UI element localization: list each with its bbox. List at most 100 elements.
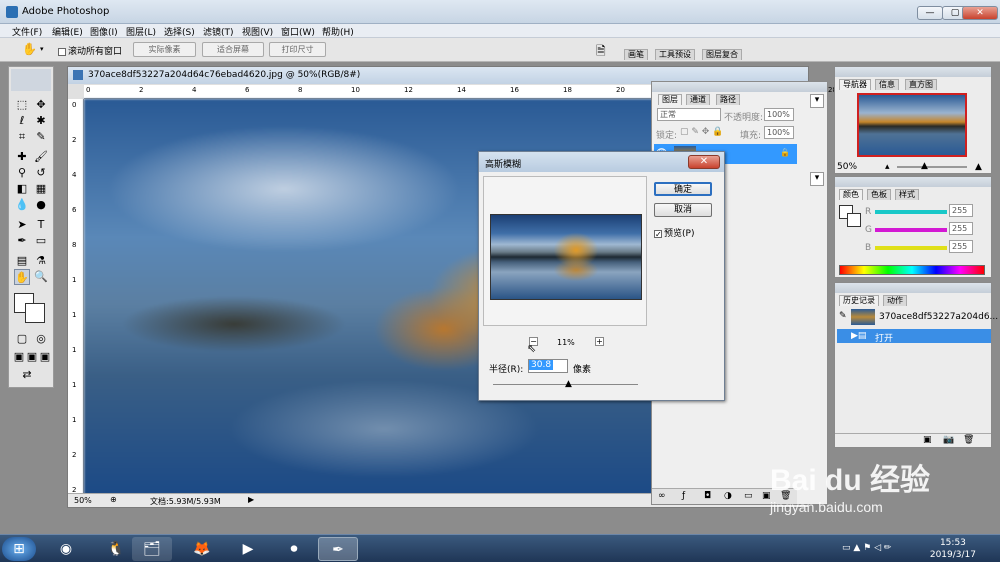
jump-to-imageready-icon[interactable]: ⇄: [19, 367, 35, 383]
preview-option[interactable]: ✓ 预览(P): [654, 226, 694, 239]
trash-icon[interactable]: 🗑: [963, 435, 974, 445]
dialog-close-button[interactable]: ✕: [688, 155, 720, 169]
lasso-tool-icon[interactable]: ℓ: [14, 113, 30, 129]
channel-b-value[interactable]: 255: [949, 240, 973, 253]
radius-slider-handle[interactable]: ▲: [565, 379, 572, 389]
print-size-button[interactable]: 打印尺寸: [269, 42, 326, 57]
arrow-right-icon[interactable]: ▶: [248, 495, 254, 504]
healing-brush-icon[interactable]: ✚: [14, 149, 30, 165]
standard-mode-icon[interactable]: ▢: [14, 331, 30, 347]
tab-brushes[interactable]: 画笔: [624, 49, 648, 60]
channel-r-slider[interactable]: [875, 210, 947, 214]
move-tool-icon[interactable]: ✥: [33, 97, 49, 113]
history-brush-icon[interactable]: ↺: [33, 165, 49, 181]
quick-mask-icon[interactable]: ◎: [33, 331, 49, 347]
system-clock[interactable]: 15:53 2019/3/17: [930, 537, 976, 561]
lock-icons[interactable]: ▢ ✎ ✥ 🔒: [680, 127, 723, 137]
menu-file[interactable]: 文件(F): [12, 25, 42, 38]
tab-history[interactable]: 历史记录: [839, 295, 879, 306]
new-document-icon[interactable]: ▣: [923, 435, 932, 445]
pen-tool-icon[interactable]: ✒: [14, 233, 30, 249]
zoom-level[interactable]: 50%: [74, 496, 92, 505]
menu-layer[interactable]: 图层(L): [126, 25, 156, 38]
slice-tool-icon[interactable]: ✎: [33, 129, 49, 145]
channel-g-value[interactable]: 255: [949, 222, 973, 235]
type-tool-icon[interactable]: T: [33, 217, 49, 233]
tab-tool-presets[interactable]: 工具预设: [655, 49, 695, 60]
history-item-open[interactable]: ▶▤ 打开: [837, 329, 991, 344]
opacity-field[interactable]: 100%: [764, 108, 794, 121]
menu-image[interactable]: 图像(I): [90, 25, 118, 38]
scroll-all-checkbox[interactable]: [58, 47, 66, 56]
hand-tool-icon[interactable]: ✋: [22, 42, 37, 56]
cancel-button[interactable]: 取消: [654, 203, 712, 217]
tab-styles[interactable]: 样式: [895, 189, 919, 200]
eraser-tool-icon[interactable]: ◧: [14, 181, 30, 197]
channel-g-slider[interactable]: [875, 228, 947, 232]
zoom-out-icon[interactable]: ▴: [885, 162, 890, 172]
tab-layers[interactable]: 图层: [658, 94, 682, 105]
hand-tool-icon[interactable]: ✋: [14, 269, 30, 285]
bg-color-chip[interactable]: [847, 213, 861, 227]
path-select-icon[interactable]: ➤: [14, 217, 30, 233]
blur-tool-icon[interactable]: 💧: [14, 197, 30, 213]
tab-navigator[interactable]: 导航器: [839, 79, 871, 90]
preview-checkbox[interactable]: ✓: [654, 229, 662, 238]
radius-input[interactable]: 30.8: [528, 359, 568, 373]
mask-icon[interactable]: ◘: [704, 491, 711, 501]
tab-actions[interactable]: 动作: [883, 295, 907, 306]
zoom-in-icon[interactable]: ▲: [975, 162, 982, 172]
photoshop-taskbar-icon[interactable]: ✒: [318, 537, 358, 561]
actual-pixels-button[interactable]: 实际像素: [133, 42, 196, 57]
app-360-icon[interactable]: ◉: [46, 537, 86, 561]
menu-window[interactable]: 窗口(W): [281, 25, 315, 38]
stamp-tool-icon[interactable]: ⚲: [14, 165, 30, 181]
channel-r-value[interactable]: 255: [949, 204, 973, 217]
marquee-tool-icon[interactable]: ⬚: [14, 97, 30, 113]
crop-tool-icon[interactable]: ⌗: [14, 129, 30, 145]
zoom-in-button[interactable]: +: [595, 337, 604, 346]
group-icon[interactable]: ▭: [744, 491, 753, 501]
tab-channels[interactable]: 通道: [686, 94, 710, 105]
eyedropper-icon[interactable]: ⚗: [33, 253, 49, 269]
chevron-down-icon[interactable]: ▾: [40, 45, 44, 53]
link-icon[interactable]: ∞: [658, 491, 666, 501]
gradient-tool-icon[interactable]: ▦: [33, 181, 49, 197]
fill-field[interactable]: 100%: [764, 126, 794, 139]
chevron-down-icon[interactable]: ▾: [810, 94, 824, 108]
scroll-all-windows-option[interactable]: 滚动所有窗口: [58, 44, 122, 57]
blend-mode-select[interactable]: 正常: [657, 108, 721, 121]
background-color-swatch[interactable]: [25, 303, 45, 323]
record-icon[interactable]: ⏺: [274, 537, 314, 561]
qq-icon[interactable]: 🐧: [96, 537, 136, 561]
media-player-icon[interactable]: ▶: [228, 537, 268, 561]
tab-info[interactable]: 信息: [875, 79, 899, 90]
menu-help[interactable]: 帮助(H): [322, 25, 354, 38]
brush-tool-icon[interactable]: 🖌: [33, 149, 49, 165]
menu-view[interactable]: 视图(V): [242, 25, 273, 38]
zoom-slider-handle[interactable]: ▲: [921, 161, 928, 171]
tab-paths[interactable]: 路径: [716, 94, 740, 105]
chevron-down-icon[interactable]: ▾: [810, 172, 824, 186]
menu-select[interactable]: 选择(S): [164, 25, 195, 38]
navigator-thumbnail[interactable]: [857, 93, 967, 157]
shape-tool-icon[interactable]: ▭: [33, 233, 49, 249]
ok-button[interactable]: 确定: [654, 182, 712, 196]
navigator-zoom[interactable]: 50%: [837, 162, 857, 172]
adjustment-icon[interactable]: ◑: [724, 491, 732, 501]
screen-mode-3-icon[interactable]: ▣: [37, 349, 53, 365]
tab-histogram[interactable]: 直方图: [905, 79, 937, 90]
minimize-button[interactable]: —: [917, 6, 943, 20]
file-explorer-icon[interactable]: 🗂: [132, 537, 172, 561]
layer-style-icon[interactable]: ƒ: [682, 491, 685, 501]
menu-filter[interactable]: 滤镜(T): [203, 25, 234, 38]
palette-well-icon[interactable]: 🗎: [596, 42, 606, 63]
zoom-tool-icon[interactable]: 🔍: [33, 269, 49, 285]
tab-color[interactable]: 颜色: [839, 189, 863, 200]
tab-layer-comps[interactable]: 图层复合: [702, 49, 742, 60]
brush-source-icon[interactable]: ✎: [839, 311, 847, 321]
magic-wand-icon[interactable]: ✱: [33, 113, 49, 129]
dodge-tool-icon[interactable]: ●: [33, 197, 49, 213]
start-button[interactable]: ⊞: [2, 537, 36, 561]
notes-tool-icon[interactable]: ▤: [14, 253, 30, 269]
